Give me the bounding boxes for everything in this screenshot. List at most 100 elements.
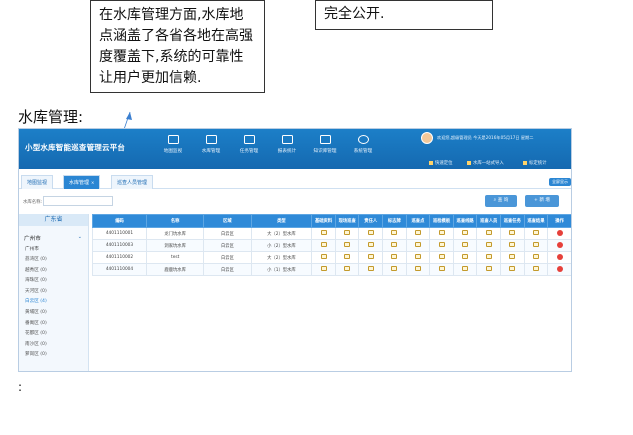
table-cell: 鹿鹿坑水库 [145,263,205,276]
column-header: 现场巡查 [334,214,360,228]
add-button[interactable]: + 新 增 [525,195,559,207]
nav-system-management[interactable]: 系统管理 [344,135,382,154]
nav-reservoir-management[interactable]: 水库管理 [192,135,230,154]
table-cell: 大（2）型水库 [250,251,313,264]
edit-icon[interactable] [532,254,539,259]
nav-task-management[interactable]: 任务管理 [230,135,268,154]
table-cell [382,263,407,276]
edit-icon[interactable] [414,266,421,271]
edit-icon[interactable] [438,242,445,247]
edit-icon[interactable] [344,266,351,271]
edit-icon[interactable] [367,242,374,247]
tab-reservoir-management[interactable]: 水库管理 × [63,175,101,189]
edit-icon[interactable] [462,230,469,235]
stats-icon [523,160,527,165]
delete-icon[interactable] [556,265,563,272]
edit-icon[interactable] [485,254,492,259]
search-input[interactable] [43,196,113,206]
table-cell [311,263,336,276]
delete-icon[interactable] [556,241,563,248]
table-cell [500,239,525,252]
edit-icon[interactable] [414,254,421,259]
edit-icon[interactable] [462,242,469,247]
avatar[interactable] [421,132,433,144]
column-header: 责任人 [358,214,384,228]
table-cell: 白云区 [203,227,252,240]
table-cell [311,227,336,240]
edit-icon[interactable] [391,230,398,235]
edit-icon[interactable] [367,266,374,271]
district-item[interactable]: 荔湾区 (0) [19,255,88,266]
edit-icon[interactable] [532,266,539,271]
province-header[interactable]: 广东省 [19,214,88,226]
edit-icon[interactable] [438,254,445,259]
district-item[interactable]: 海珠区 (0) [19,276,88,287]
column-header: 编码 [92,214,147,228]
table-cell: 小（1）型水库 [250,263,313,276]
quick-link-import[interactable]: 水库一站式导入 [467,160,504,166]
edit-icon[interactable] [344,254,351,259]
district-item[interactable]: 白云区 (4) [19,297,88,308]
chevron-down-icon[interactable]: ⌄ [78,234,82,240]
close-icon[interactable]: × [91,180,94,185]
column-header: 巡查点 [405,214,431,228]
edit-icon[interactable] [344,242,351,247]
delete-icon[interactable] [556,229,563,236]
edit-icon[interactable] [485,266,492,271]
edit-icon[interactable] [414,242,421,247]
table-cell [382,251,407,264]
table-row: 4401110003 洞家坑水库 白云区 小（2）型水库 [92,239,571,252]
edit-icon[interactable] [320,254,327,259]
edit-icon[interactable] [344,230,351,235]
edit-icon[interactable] [438,230,445,235]
nav-knowledge-base[interactable]: 知识库管理 [306,135,344,154]
edit-icon[interactable] [320,242,327,247]
edit-icon[interactable] [532,230,539,235]
edit-icon[interactable] [532,242,539,247]
edit-icon[interactable] [509,254,516,259]
edit-icon[interactable] [438,266,445,271]
edit-icon[interactable] [485,242,492,247]
edit-icon[interactable] [414,230,421,235]
column-header: 巡查结果 [523,214,549,228]
footnote: : [18,380,23,394]
edit-icon[interactable] [391,242,398,247]
search-button[interactable]: ⌕ 查 询 [485,195,517,207]
tab-inspector-management[interactable]: 巡查人员管理 [111,175,154,189]
district-group-header[interactable]: 广州市 [19,244,88,255]
edit-icon[interactable] [367,254,374,259]
district-item[interactable]: 番禺区 (0) [19,318,88,329]
quick-link-locate[interactable]: 快速定位 [429,160,453,166]
edit-icon[interactable] [367,230,374,235]
table-cell [311,239,336,252]
delete-icon[interactable] [556,253,563,260]
table-cell [358,239,384,252]
district-item[interactable]: 黄埔区 (0) [19,308,88,319]
section-title: 水库管理: [18,108,84,126]
district-item[interactable]: 天河区 (0) [19,286,88,297]
edit-icon[interactable] [462,254,469,259]
district-item[interactable]: 越秀区 (0) [19,265,88,276]
edit-icon[interactable] [391,266,398,271]
edit-icon[interactable] [320,230,327,235]
quick-link-stats[interactable]: 标定统计 [523,160,547,166]
nav-map-monitor[interactable]: 地图监视 [154,135,192,154]
tab-map-monitor[interactable]: 地图监视 [21,175,54,189]
edit-icon[interactable] [391,254,398,259]
edit-icon[interactable] [509,266,516,271]
city-item[interactable]: 广州市 ⌄ [19,226,88,244]
district-item[interactable]: 南沙区 (0) [19,339,88,350]
fullscreen-toggle[interactable]: 全屏显示 [549,178,571,186]
column-header: 操作 [547,214,571,228]
nav-report-statistics[interactable]: 报表统计 [268,135,306,154]
table-cell: 4401110004 [92,263,147,276]
edit-icon[interactable] [509,230,516,235]
edit-icon[interactable] [462,266,469,271]
edit-icon[interactable] [320,266,327,271]
district-item[interactable]: 花都区 (0) [19,329,88,340]
edit-icon[interactable] [485,230,492,235]
edit-icon[interactable] [509,242,516,247]
table-cell [311,251,336,264]
district-item[interactable]: 萝岗区 (0) [19,350,88,361]
table-cell [500,263,525,276]
